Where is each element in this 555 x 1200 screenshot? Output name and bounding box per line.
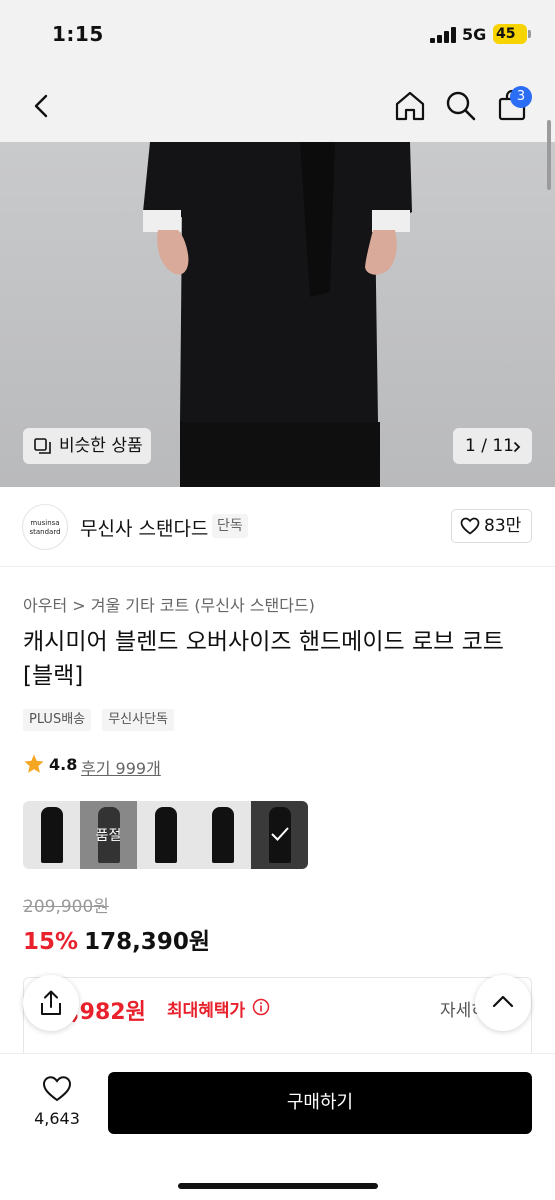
- scroll-top-button[interactable]: [475, 975, 531, 1031]
- breadcrumb[interactable]: 아우터 > 겨울 기타 코트 (무신사 스탠다드): [23, 592, 315, 616]
- share-button[interactable]: [23, 975, 79, 1031]
- buy-button[interactable]: 구매하기: [108, 1072, 532, 1134]
- color-options: 품절: [23, 801, 308, 869]
- cart-count-badge: 3: [510, 86, 532, 108]
- sale-price: 178,390원: [84, 929, 210, 955]
- brand-name[interactable]: 무신사 스탠다드: [80, 514, 208, 541]
- brand-like-button[interactable]: 83만: [451, 509, 532, 543]
- color-option[interactable]: [137, 801, 194, 869]
- wish-count: 4,643: [34, 1109, 80, 1128]
- share-icon: [41, 990, 61, 1015]
- coat-thumbnail: [41, 807, 63, 863]
- similar-products-label: 비슷한 상품: [59, 436, 143, 456]
- home-icon[interactable]: [392, 88, 428, 124]
- brand-logo-line2: standard: [29, 528, 61, 536]
- tag-plus-delivery: PLUS배송: [23, 709, 92, 731]
- coat-thumbnail: [155, 807, 177, 863]
- price-row: 15% 178,390원: [23, 922, 210, 956]
- coat-thumbnail: [212, 807, 234, 863]
- status-time: 1:15: [52, 22, 104, 46]
- brand-like-count: 83만: [484, 516, 522, 536]
- brand-logo[interactable]: musinsa standard: [22, 504, 68, 550]
- search-icon[interactable]: [443, 88, 479, 124]
- status-bar: 1:15 5G 45: [0, 0, 555, 70]
- wish-button[interactable]: 4,643: [20, 1075, 94, 1131]
- product-tags: PLUS배송 무신사단독: [23, 708, 180, 731]
- discount-rate: 15%: [23, 929, 79, 955]
- product-title: 캐시미어 블렌드 오버사이즈 핸드메이드 로브 코트 [블랙]: [23, 629, 504, 689]
- rating-score: 4.8: [49, 755, 78, 774]
- network-type: 5G: [462, 25, 487, 44]
- chevron-up-icon: [492, 995, 514, 1008]
- review-count-link[interactable]: 후기 999개: [81, 755, 161, 779]
- heart-icon: [42, 1076, 72, 1102]
- original-price: 209,900원: [23, 897, 109, 917]
- soldout-label: 품절: [95, 828, 122, 844]
- color-option-selected[interactable]: [251, 801, 308, 869]
- check-icon: [271, 827, 289, 841]
- color-option[interactable]: [194, 801, 251, 869]
- brand-row: musinsa standard 무신사 스탠다드 단독 83만: [0, 487, 555, 567]
- scroll-indicator[interactable]: [547, 120, 551, 190]
- page-indicator-text: 1 / 11: [465, 436, 514, 456]
- similar-icon: [34, 438, 51, 454]
- chevron-right-icon: [513, 441, 521, 453]
- similar-products-button[interactable]: 비슷한 상품: [23, 428, 151, 464]
- brand-logo-line1: musinsa: [30, 519, 60, 527]
- image-page-indicator[interactable]: 1 / 11: [453, 428, 532, 464]
- color-option[interactable]: [23, 801, 80, 869]
- battery-icon: 45: [493, 24, 527, 44]
- star-icon: [24, 754, 44, 773]
- max-benefit-label: 최대혜택가: [167, 1001, 246, 1021]
- home-indicator: [178, 1183, 378, 1189]
- battery-cap: [528, 30, 531, 38]
- color-option-soldout[interactable]: 품절: [80, 801, 137, 869]
- brand-exclusive-tag: 단독: [212, 514, 248, 538]
- tag-musinsa-exclusive: 무신사단독: [102, 709, 175, 731]
- heart-icon: [460, 517, 480, 535]
- back-icon[interactable]: [24, 88, 60, 124]
- info-icon[interactable]: [252, 998, 270, 1016]
- top-nav: [0, 70, 555, 142]
- signal-icon: [430, 27, 456, 43]
